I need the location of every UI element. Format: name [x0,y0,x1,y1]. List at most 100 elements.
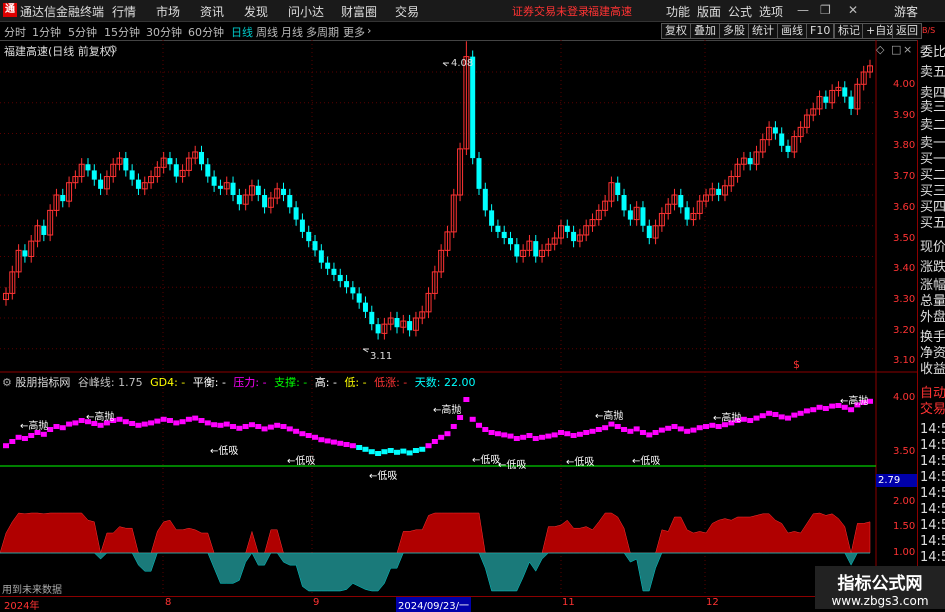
candle-body [60,195,66,202]
candle-body [280,188,286,195]
candle-body [684,207,690,220]
indicator-bar [507,433,514,439]
indicator-bar [185,416,192,422]
watermark-url: www.zbgs3.com [831,594,929,608]
period-60m[interactable]: 60分钟 [188,24,224,40]
indicator-bar [740,416,747,422]
chart-area[interactable] [0,40,917,596]
indicator-bar [444,431,451,437]
candle-body [287,195,293,208]
indicator-bar [520,434,527,440]
settings-icon[interactable]: ⚙ [108,43,118,56]
indicator-bar [412,448,419,453]
sell-signal: ←高抛 [840,396,869,407]
period-tick[interactable]: 分时 [4,24,26,40]
high-arrow-icon [442,62,449,67]
ind-y-tick: 3.50 [893,446,916,457]
menu-trade[interactable]: 交易 [395,3,419,20]
indicator-bar [848,407,855,413]
indicator-bar [166,418,173,423]
quote-label: 现价 [920,240,945,255]
candle-body [350,287,356,294]
menu-news[interactable]: 资讯 [200,3,224,20]
period-week[interactable]: 周线 [256,24,278,40]
candle-body [501,231,507,239]
indicator-bar [570,433,577,438]
diamond-icon[interactable]: ◇ [876,43,884,56]
indicator-bar [671,424,678,429]
indicator-bar [349,443,356,449]
close-icon[interactable]: ✕ [848,3,858,17]
buy-signal: ←低吸 [369,471,398,482]
btn-draw[interactable]: 画线 [777,23,807,39]
quote-label: 委比 [920,45,945,60]
candle-body [199,151,205,165]
menu-wealth[interactable]: 财富圈 [341,3,377,20]
indicator-bar [122,419,129,425]
ind-item: 谷峰线: 1.75 [77,376,143,389]
menu-options[interactable]: 选项 [759,3,783,20]
indicator-bar [614,424,621,429]
btn-f10[interactable]: F10 [806,23,835,39]
expand-icon[interactable]: □ [891,43,901,56]
btn-adjust[interactable]: 复权 [661,23,691,39]
indicator-bar [475,422,482,428]
indicator-bar [797,410,804,416]
indicator-name[interactable]: 股朋指标网 [15,376,70,389]
btn-back[interactable]: 返回 [892,23,922,39]
menu-function[interactable]: 功能 [666,3,690,20]
candle-body [337,274,343,282]
low-price-label: 3.11 [370,351,393,362]
candle-body [85,164,91,171]
period-1m[interactable]: 1分钟 [32,24,61,40]
candle-body [407,321,413,331]
login-notice[interactable]: 证券交易未登录 [512,3,589,19]
sell-signal: ←高抛 [713,413,742,424]
indicator-bar [715,424,722,429]
y-tick: 3.60 [893,202,916,213]
sell-signal: ←高抛 [20,421,49,432]
period-month[interactable]: 月线 [281,24,303,40]
menu-formula[interactable]: 公式 [728,3,752,20]
histogram-positive [0,512,871,554]
period-5m[interactable]: 5分钟 [68,24,97,40]
menu-market[interactable]: 市场 [156,3,180,20]
btn-overlay[interactable]: 叠加 [690,23,720,39]
ind-item: 压力: - [233,376,267,389]
candle-body [394,318,400,328]
candle-body [211,176,217,186]
close-panel-icon[interactable]: × [903,43,912,56]
restore-icon[interactable]: ❐ [820,3,831,17]
menu-discover[interactable]: 发现 [244,3,268,20]
btn-stats[interactable]: 统计 [748,23,778,39]
candle-body [476,158,482,189]
indicator-bar [766,410,773,416]
btn-multi[interactable]: 多股 [719,23,749,39]
period-multi[interactable]: 多周期 [306,24,339,40]
minimize-icon[interactable]: — [797,3,809,17]
indicator-settings-icon[interactable]: ⚙ [2,376,12,389]
candle-body [217,185,223,189]
period-30m[interactable]: 30分钟 [146,24,182,40]
indicator-bar [198,418,205,423]
title-bar: 通 通达信金融终端 行情 市场 资讯 发现 问小达 财富圈 交易 证券交易未登录… [0,0,945,22]
quote-label: 14:5 [920,518,945,533]
menu-hangqing[interactable]: 行情 [112,3,136,20]
menu-ask[interactable]: 问小达 [288,3,324,20]
period-15m[interactable]: 15分钟 [104,24,140,40]
chevron-right-icon[interactable]: › [367,24,371,37]
quote-label: 14:5 [920,422,945,437]
user-guest[interactable]: 游客 [894,3,918,20]
indicator-bar [387,448,394,453]
indicator-bar [772,412,779,417]
sell-signal: ←高抛 [86,412,115,423]
indicator-bar [463,397,470,402]
candle-body [356,293,362,303]
quote-label: 买四 [920,200,945,215]
menu-layout[interactable]: 版面 [697,3,721,20]
period-day[interactable]: 日线 [231,24,253,40]
period-more[interactable]: 更多 [343,24,365,40]
indicator-bar [551,432,558,438]
btn-mark[interactable]: 标记 [834,23,864,39]
indicator-bar [293,428,300,434]
